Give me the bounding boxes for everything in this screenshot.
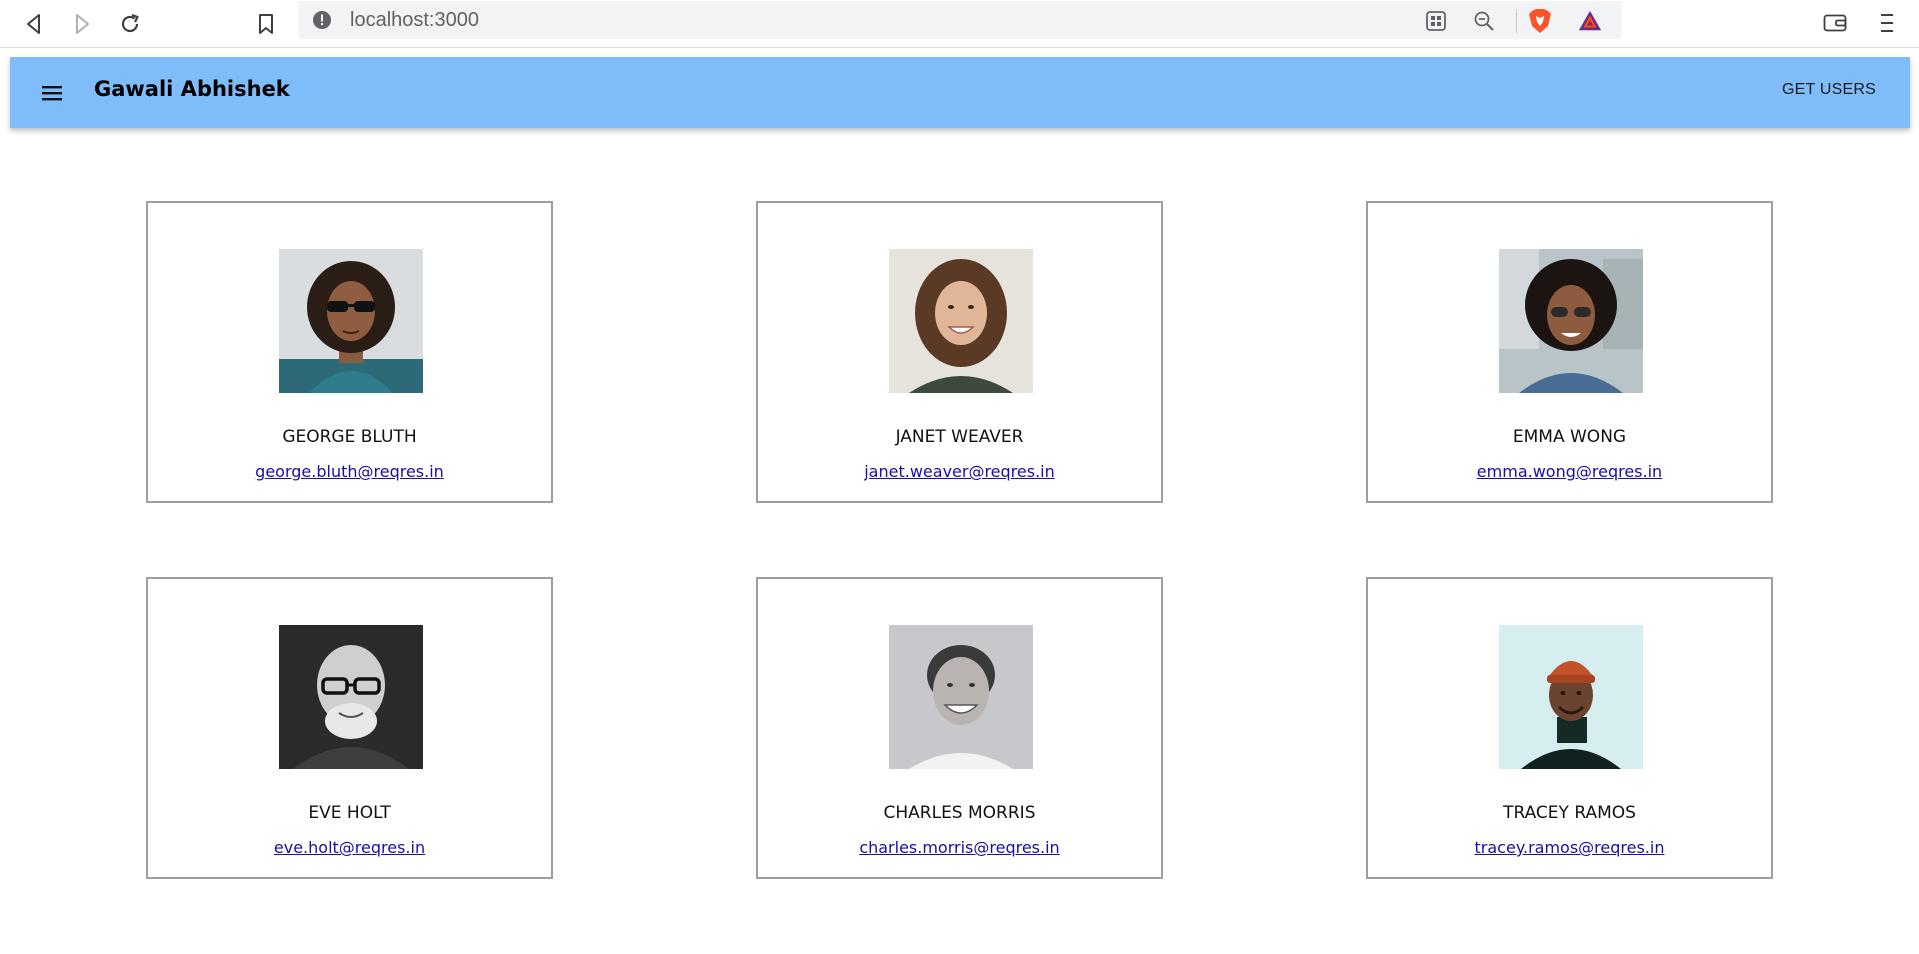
back-icon <box>27 14 40 34</box>
browser-menu-button[interactable] <box>1872 6 1902 40</box>
reload-button[interactable] <box>112 6 148 42</box>
address-bar-divider <box>1516 9 1517 33</box>
brave-rewards-button[interactable] <box>1578 9 1602 33</box>
user-card: EVE HOLT eve.holt@reqres.in <box>146 577 553 879</box>
avatar-photo-charles <box>889 625 1033 769</box>
user-card: CHARLES MORRIS charles.morris@reqres.in <box>756 577 1163 879</box>
user-email-link[interactable]: eve.holt@reqres.in <box>148 838 551 857</box>
drawer-menu-button[interactable] <box>36 77 68 109</box>
app-bar: Gawali Abhishek GET USERS <box>10 57 1910 128</box>
get-users-button[interactable]: GET USERS <box>1782 81 1876 99</box>
user-name: JANET WEAVER <box>895 427 1024 447</box>
avatar-photo-eve <box>279 625 423 769</box>
user-email-link[interactable]: tracey.ramos@reqres.in <box>1368 838 1771 857</box>
brave-shield-icon <box>1529 9 1551 33</box>
user-card: JANET WEAVER janet.weaver@reqres.in <box>756 201 1163 503</box>
forward-button[interactable] <box>64 6 100 42</box>
wallet-icon <box>1823 14 1847 32</box>
menu-icon <box>1881 14 1893 32</box>
avatar-photo-emma <box>1499 249 1643 393</box>
info-icon <box>313 11 331 29</box>
avatar-photo-tracey <box>1499 625 1643 769</box>
user-name: CHARLES MORRIS <box>883 803 1036 823</box>
avatar <box>279 249 423 393</box>
user-email-link[interactable]: janet.weaver@reqres.in <box>758 462 1161 481</box>
wallet-button[interactable] <box>1820 8 1850 38</box>
avatar <box>1499 249 1643 393</box>
bat-rewards-icon <box>1578 10 1602 31</box>
user-card: GEORGE BLUTH george.bluth@reqres.in <box>146 201 553 503</box>
avatar <box>1499 625 1643 769</box>
site-info-button[interactable] <box>312 10 332 30</box>
forward-icon <box>76 14 89 34</box>
avatar <box>889 249 1033 393</box>
avatar-photo-janet <box>889 249 1033 393</box>
user-name: TRACEY RAMOS <box>1503 803 1636 823</box>
user-name: EVE HOLT <box>308 803 391 823</box>
user-card: EMMA WONG emma.wong@reqres.in <box>1366 201 1773 503</box>
user-email-link[interactable]: charles.morris@reqres.in <box>758 838 1161 857</box>
avatar <box>279 625 423 769</box>
reload-icon <box>121 13 139 33</box>
user-name: GEORGE BLUTH <box>282 427 417 447</box>
bookmark-icon <box>259 14 273 34</box>
url-text[interactable]: localhost:3000 <box>350 9 479 32</box>
user-card: TRACEY RAMOS tracey.ramos@reqres.in <box>1366 577 1773 879</box>
brave-shields-button[interactable] <box>1528 9 1552 33</box>
bookmark-button[interactable] <box>248 6 284 42</box>
hamburger-icon <box>42 86 62 101</box>
user-name: EMMA WONG <box>1512 427 1627 447</box>
zoom-out-icon <box>1474 11 1494 31</box>
avatar-photo-george <box>279 249 423 393</box>
qr-code-button[interactable] <box>1424 9 1448 33</box>
qr-code-icon <box>1426 11 1446 31</box>
app-title: Gawali Abhishek <box>94 77 290 101</box>
browser-toolbar: localhost:3000 <box>0 0 1919 48</box>
address-bar[interactable]: localhost:3000 <box>298 1 1622 39</box>
user-email-link[interactable]: george.bluth@reqres.in <box>148 462 551 481</box>
zoom-button[interactable] <box>1472 9 1496 33</box>
avatar <box>889 625 1033 769</box>
back-button[interactable] <box>16 6 52 42</box>
user-email-link[interactable]: emma.wong@reqres.in <box>1368 462 1771 481</box>
